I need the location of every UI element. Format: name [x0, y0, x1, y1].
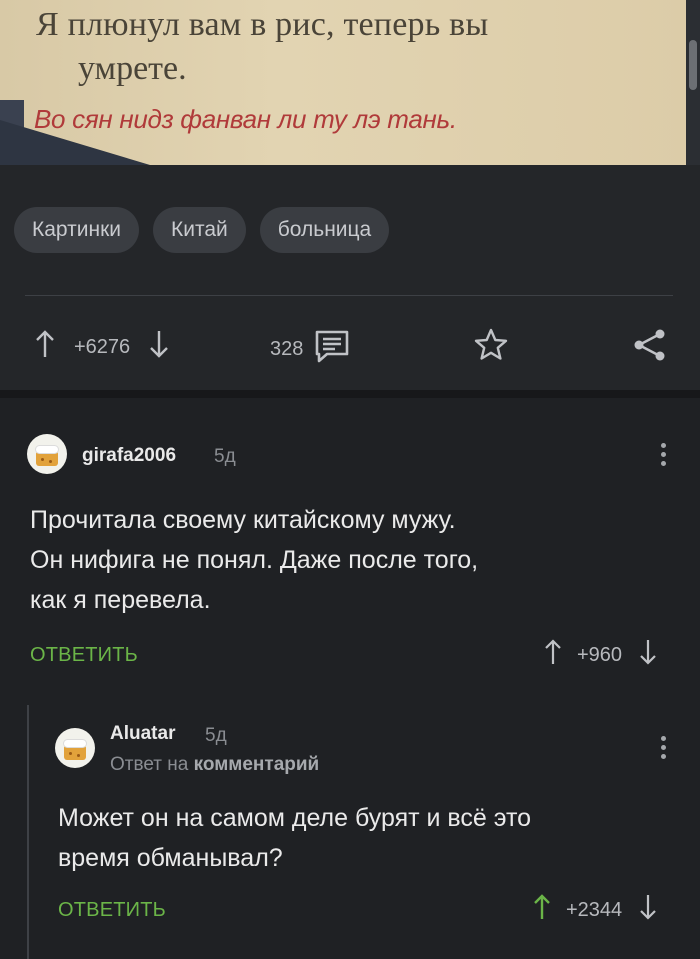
kebab-menu-icon[interactable]: [661, 443, 667, 470]
tag-china[interactable]: Китай: [153, 207, 246, 253]
comment-username[interactable]: Aluatar: [110, 723, 175, 745]
arrow-down-icon[interactable]: [148, 329, 170, 365]
reply-to-link[interactable]: комментарий: [194, 754, 320, 775]
star-icon: [473, 327, 509, 369]
arrow-up-icon[interactable]: [543, 638, 563, 672]
save-button[interactable]: [473, 327, 509, 369]
comment-item: girafa2006 5д Прочитала своему китайском…: [0, 398, 700, 698]
comment-text-line: Может он на самом деле бурят и всё это: [58, 804, 532, 832]
comment-text-line: время обманывал?: [58, 844, 283, 872]
comments-count: 328: [270, 337, 304, 360]
comment-text-line: как я перевела.: [30, 586, 211, 614]
tag-hospital[interactable]: больница: [259, 207, 390, 253]
arrow-down-icon[interactable]: [638, 893, 658, 927]
post-actions: +6276 328: [0, 323, 700, 367]
image-dark-wedge: [0, 120, 150, 165]
divider: [25, 295, 673, 296]
arrow-down-icon[interactable]: [638, 638, 658, 672]
post-rating: +6276: [34, 329, 170, 365]
image-caption-line-1: Я плюнул вам в рис, теперь вы: [36, 6, 489, 43]
comment-rating: +2344: [532, 893, 658, 927]
tag-list: Картинки Китай больница: [14, 207, 390, 253]
reply-to-prefix: Ответ на: [110, 754, 189, 775]
avatar[interactable]: [55, 728, 95, 768]
reply-button[interactable]: ОТВЕТИТЬ: [58, 899, 166, 922]
image-caption-line-2: умрете.: [78, 50, 187, 87]
avatar[interactable]: [27, 434, 67, 474]
arrow-up-icon[interactable]: [34, 329, 56, 365]
reply-button[interactable]: ОТВЕТИТЬ: [30, 644, 138, 667]
comment-text-line: Он нифига не понял. Даже после того,: [30, 546, 479, 574]
comment-rating: +960: [543, 638, 658, 672]
post-image[interactable]: Я плюнул вам в рис, теперь вы умрете. Во…: [0, 0, 700, 165]
comment-time: 5д: [214, 446, 236, 467]
comment-text-line: Прочитала своему китайскому мужу.: [30, 506, 456, 534]
comments-button[interactable]: 328: [270, 329, 351, 369]
comments-icon: [313, 329, 351, 369]
share-button[interactable]: [632, 327, 668, 369]
section-separator: [0, 390, 700, 398]
comment-rating-value: +960: [577, 643, 623, 666]
reply-to-info: Ответ на комментарий: [110, 754, 319, 776]
scrollbar[interactable]: [686, 0, 700, 165]
comment-rating-value: +2344: [566, 898, 623, 921]
scrollbar-thumb[interactable]: [689, 40, 697, 90]
comment-username[interactable]: girafa2006: [82, 445, 176, 467]
comment-time: 5д: [205, 725, 227, 746]
arrow-up-icon[interactable]: [532, 893, 552, 927]
tag-pictures[interactable]: Картинки: [14, 207, 139, 253]
comment-text: Может он на самом деле бурят и всё это в…: [58, 798, 531, 878]
post-footer: Картинки Китай больница +6276 328: [0, 165, 700, 390]
post-rating-value: +6276: [74, 335, 131, 358]
share-icon: [632, 327, 668, 369]
kebab-menu-icon[interactable]: [661, 736, 667, 763]
comment-item-reply: Aluatar 5д Ответ на комментарий Может он…: [0, 698, 700, 959]
comment-text: Прочитала своему китайскому мужу. Он ниф…: [30, 500, 478, 620]
